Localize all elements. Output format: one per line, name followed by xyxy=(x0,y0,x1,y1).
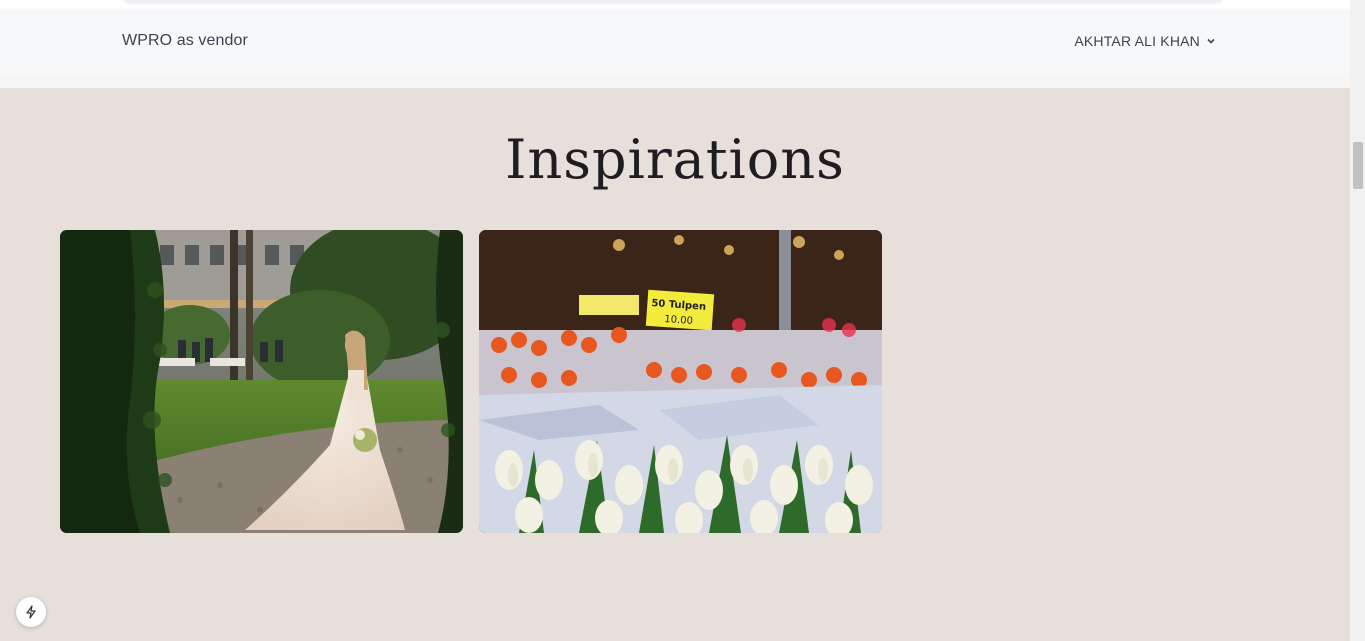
bride-in-garden-photo xyxy=(60,230,463,533)
user-menu[interactable]: AKHTAR ALI KHAN xyxy=(1074,33,1216,49)
inspirations-section: Inspirations 50 Tulpen 10.00 xyxy=(0,88,1350,641)
header-divider-band xyxy=(0,74,1350,88)
page-scrollbar[interactable] xyxy=(1350,0,1365,641)
section-title: Inspirations xyxy=(505,128,845,191)
user-name: AKHTAR ALI KHAN xyxy=(1074,33,1200,49)
navbar: WPRO as vendor AKHTAR ALI KHAN xyxy=(0,10,1350,74)
scrollbar-thumb[interactable] xyxy=(1353,142,1363,189)
price-sign: 50 Tulpen 10.00 xyxy=(645,289,715,331)
chevron-down-icon xyxy=(1207,38,1215,44)
lightning-bolt-icon xyxy=(26,605,36,619)
price-sign-line2: 10.00 xyxy=(664,314,693,327)
inspiration-card-tulips[interactable]: 50 Tulpen 10.00 xyxy=(479,230,882,533)
inspiration-card-bride[interactable] xyxy=(60,230,463,533)
tulip-flower-market-photo: 50 Tulpen 10.00 xyxy=(479,230,882,533)
top-search-pill xyxy=(124,0,1222,3)
brand-text[interactable]: WPRO as vendor xyxy=(122,32,248,50)
dev-tools-badge[interactable] xyxy=(16,597,46,627)
